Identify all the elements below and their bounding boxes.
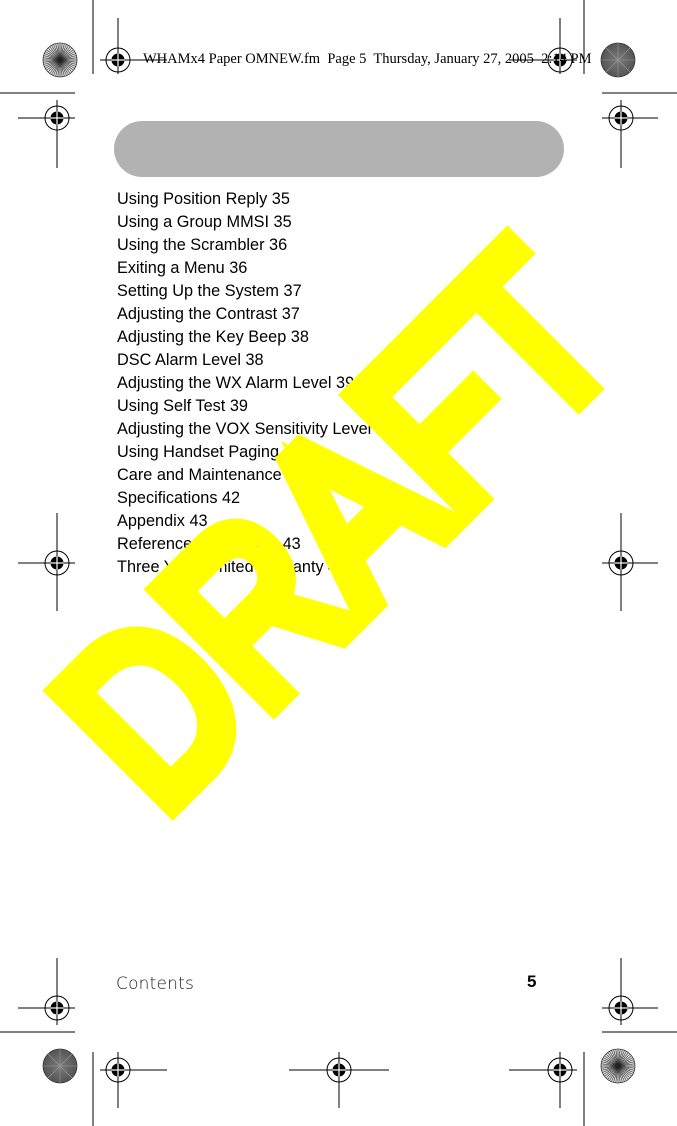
toc-entry[interactable]: Care and Maintenance 41 (117, 464, 394, 487)
document-page: WHAMx4 Paper OMNEW.fm Page 5 Thursday, J… (0, 0, 677, 1126)
toc-entry-page: 38 (245, 351, 264, 369)
toc-entry[interactable]: Three Year Limited Warranty 46 (117, 556, 394, 579)
crosshair-target-icon (602, 513, 658, 611)
crosshair-target-icon (509, 1052, 577, 1108)
toc-entry-page: 37 (281, 305, 300, 323)
toc-entry-title: Specifications (117, 489, 218, 507)
starburst-circle-icon (600, 1048, 636, 1084)
toc-entry-page: 38 (290, 328, 309, 346)
toc-entry-page: 36 (269, 236, 288, 254)
toc-entry[interactable]: DSC Alarm Level 38 (117, 349, 394, 372)
toc-entry-title: Setting Up the System (117, 282, 279, 300)
toc-entry[interactable]: Appendix 43 (117, 510, 394, 533)
toc-entry-title: DSC Alarm Level (117, 351, 241, 369)
toc-entry-page: 40 (283, 443, 302, 461)
crosshair-target-icon (100, 1052, 167, 1108)
print-slug: WHAMx4 Paper OMNEW.fm Page 5 Thursday, J… (143, 51, 592, 67)
toc-entry-page: 35 (273, 213, 292, 231)
toc-entry-page: 35 (271, 190, 290, 208)
toc-entry-title: Care and Maintenance (117, 466, 282, 484)
toc-entry-title: Adjusting the WX Alarm Level (117, 374, 332, 392)
toc-entry-title: Using Position Reply (117, 190, 268, 208)
toc-entry-title: Exiting a Menu (117, 259, 225, 277)
toc-entry[interactable]: Reference Information 43 (117, 533, 394, 556)
crosshair-target-icon (18, 513, 75, 611)
toc-entry-page: 39 (229, 397, 248, 415)
toc-entry-title: Using a Group MMSI (117, 213, 270, 231)
toc-entry-title: Using the Scrambler (117, 236, 265, 254)
toc-entry-page: 41 (286, 466, 305, 484)
toc-entry[interactable]: Adjusting the WX Alarm Level 39 (117, 372, 394, 395)
toc-entry-title: Using Self Test (117, 397, 226, 415)
toc-entry[interactable]: Using Handset Paging 40 (117, 441, 394, 464)
footer-section-title: Contents (116, 974, 195, 994)
toc-entry[interactable]: Using Self Test 39 (117, 395, 394, 418)
toc-entry[interactable]: Using the Scrambler 36 (117, 234, 394, 257)
toc-entry-page: 43 (189, 512, 208, 530)
toc-entry[interactable]: Adjusting the Contrast 37 (117, 303, 394, 326)
toc-entry-page: 39 (336, 374, 355, 392)
crosshair-target-icon (18, 958, 75, 1025)
toc-entry-page: 43 (282, 535, 301, 553)
toc-entry[interactable]: Using a Group MMSI 35 (117, 211, 394, 234)
table-of-contents: Using Position Reply 35 Using a Group MMS… (117, 188, 394, 579)
toc-entry-title: Adjusting the Contrast (117, 305, 278, 323)
crosshair-target-icon (289, 1052, 389, 1108)
toc-entry[interactable]: Specifications 42 (117, 487, 394, 510)
toc-entry-title: Reference Information (117, 535, 279, 553)
crosshair-target-icon (18, 100, 75, 168)
toc-entry[interactable]: Setting Up the System 37 (117, 280, 394, 303)
starburst-circle-icon (42, 42, 78, 78)
toc-entry-title: Appendix (117, 512, 185, 530)
toc-entry-title: Adjusting the Key Beep (117, 328, 287, 346)
toc-entry-page: 36 (229, 259, 248, 277)
toc-entry-title: Using Handset Paging (117, 443, 280, 461)
toc-entry-page: 37 (283, 282, 302, 300)
page-number: 5 (527, 972, 537, 991)
toc-entry-page: 42 (222, 489, 241, 507)
section-header-bar (114, 121, 564, 177)
toc-entry-page: 46 (328, 558, 347, 576)
starburst-circle-icon (42, 1048, 78, 1084)
toc-entry[interactable]: Using Position Reply 35 (117, 188, 394, 211)
toc-entry[interactable]: Exiting a Menu 36 (117, 257, 394, 280)
toc-entry-title: Adjusting the VOX Sensitivity Level (117, 420, 372, 438)
toc-entry[interactable]: Adjusting the Key Beep 38 (117, 326, 394, 349)
toc-entry[interactable]: Adjusting the VOX Sensitivity Level 40 (117, 418, 394, 441)
toc-entry-title: Three Year Limited Warranty (117, 558, 324, 576)
crosshair-target-icon (602, 958, 658, 1025)
toc-entry-page: 40 (375, 420, 394, 438)
crosshair-target-icon (602, 100, 658, 168)
starburst-circle-icon (600, 42, 636, 78)
